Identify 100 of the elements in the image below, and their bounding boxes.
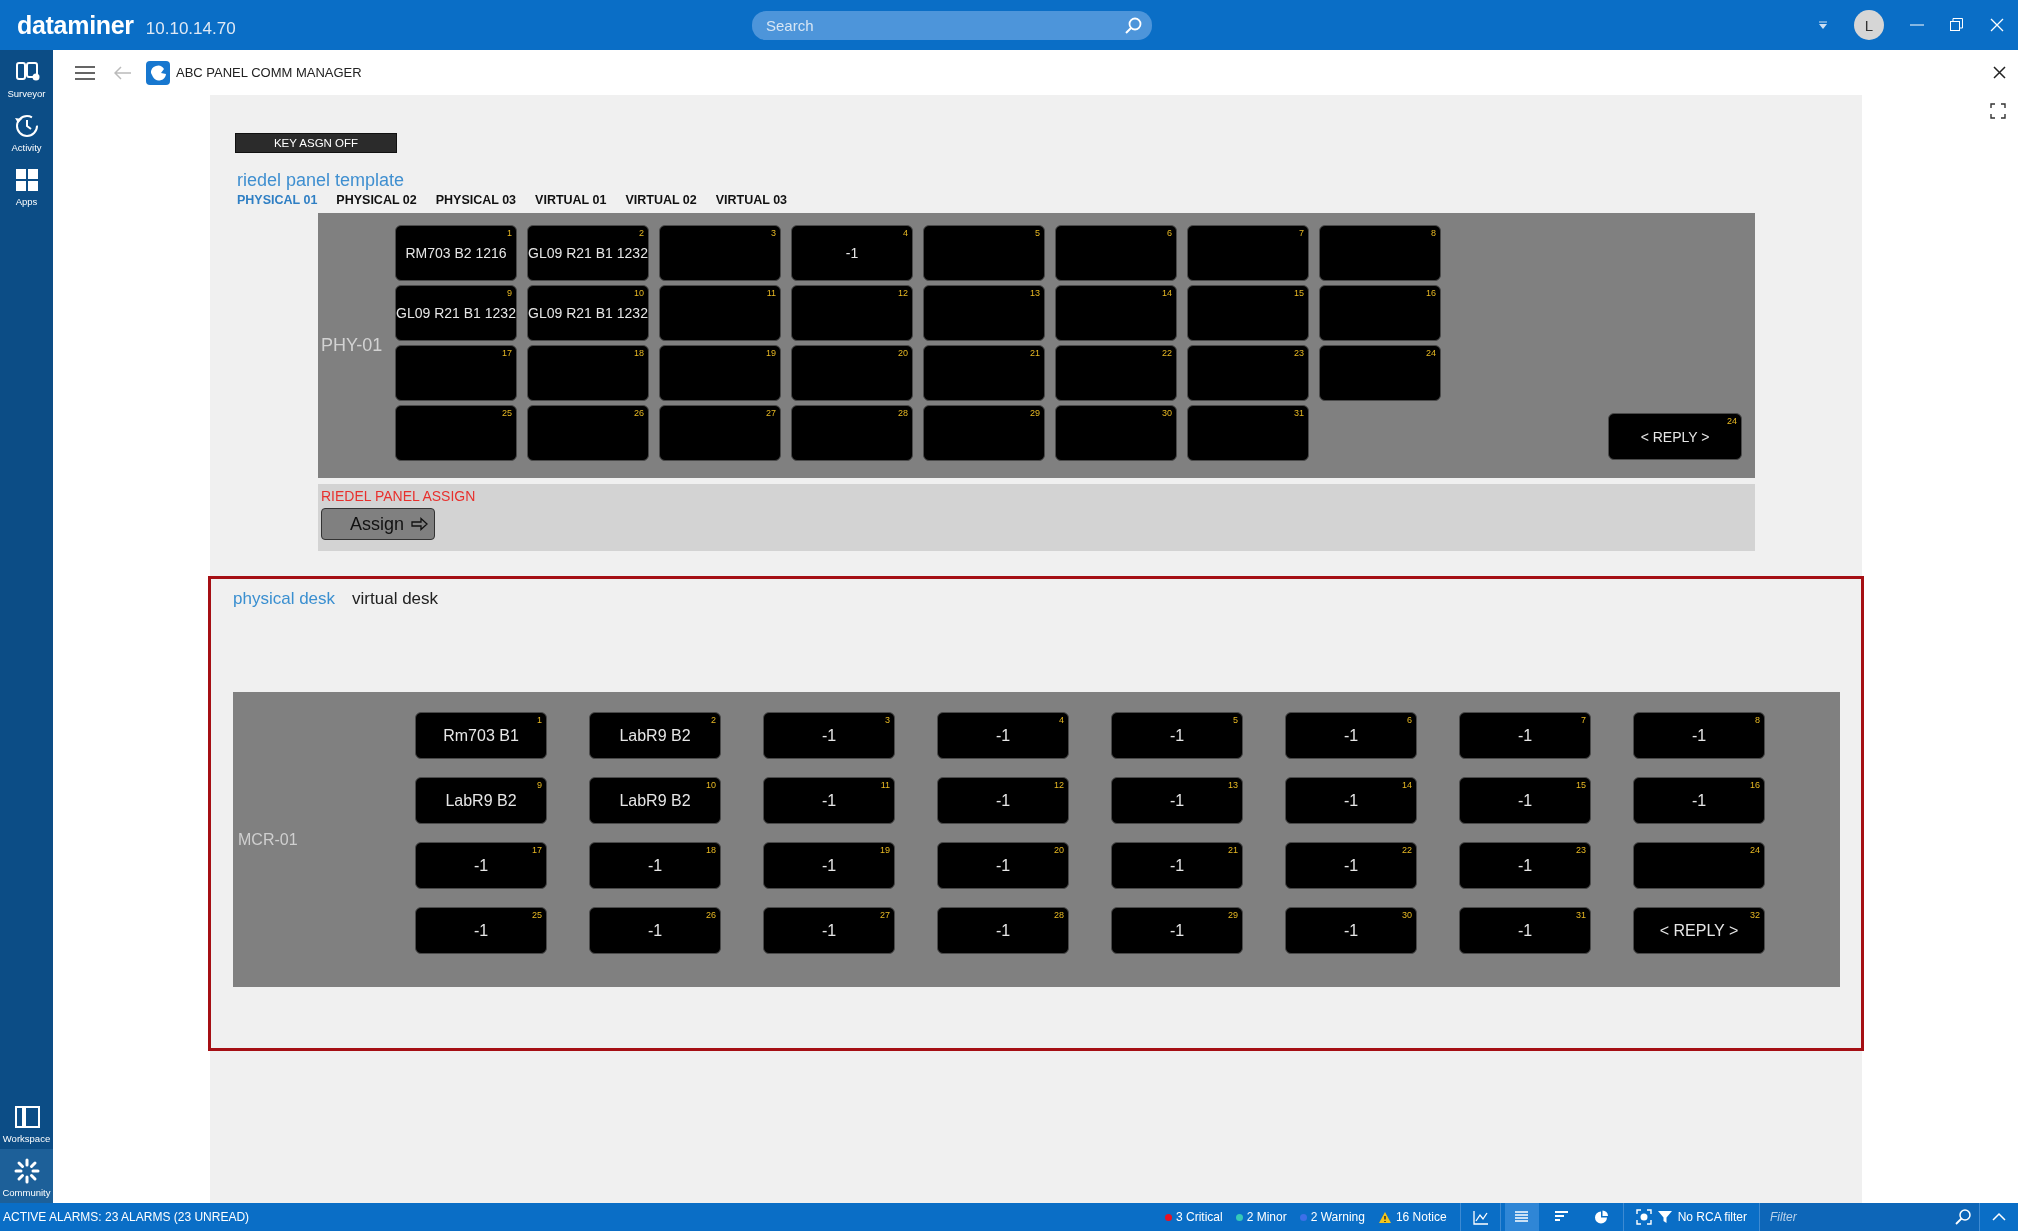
apps-icon[interactable] — [13, 167, 40, 193]
starburst-icon[interactable] — [13, 1158, 40, 1184]
focus-icon[interactable] — [1635, 1209, 1652, 1225]
panel-key[interactable]: -1 15 — [1459, 777, 1591, 824]
panel-key[interactable]: -1 21 — [1111, 842, 1243, 889]
key-assign-button[interactable]: KEY ASGN OFF — [235, 133, 397, 153]
user-avatar[interactable]: L — [1854, 10, 1884, 40]
workspace-icon[interactable] — [13, 1104, 40, 1130]
panel-key[interactable]: -1 4 — [937, 712, 1069, 759]
close-icon[interactable] — [1993, 66, 2006, 79]
panel-tab[interactable]: PHYSICAL 02 — [336, 193, 417, 207]
alarm-count[interactable]: 2 Minor — [1246, 1210, 1287, 1224]
sidebar-label[interactable]: Activity — [11, 142, 42, 153]
panel-key[interactable]: Rm703 B1 1 — [415, 712, 547, 759]
panel-key[interactable]: 24 — [1633, 842, 1765, 889]
panel-key[interactable]: -1 17 — [415, 842, 547, 889]
panel-key[interactable]: -1 19 — [763, 842, 895, 889]
panel-key[interactable]: -1 29 — [1111, 907, 1243, 954]
menu-icon[interactable] — [75, 65, 95, 80]
panel-tab[interactable]: VIRTUAL 02 — [625, 193, 697, 207]
panel-key[interactable]: -1 23 — [1459, 842, 1591, 889]
panel-key[interactable]: -1 16 — [1633, 777, 1765, 824]
panel-key[interactable]: 19 — [659, 345, 781, 401]
panel-key[interactable]: -1 22 — [1285, 842, 1417, 889]
panel-key[interactable]: -1 18 — [589, 842, 721, 889]
rca-filter[interactable]: No RCA filter — [1677, 1210, 1747, 1224]
panel-key[interactable]: 15 — [1187, 285, 1309, 341]
panel-key[interactable]: 21 — [923, 345, 1045, 401]
panel-key[interactable]: -1 4 — [791, 225, 913, 281]
panel-key[interactable]: -1 25 — [415, 907, 547, 954]
panel-key[interactable]: 28 — [791, 405, 913, 461]
panel-key[interactable]: 27 — [659, 405, 781, 461]
sidebar-label[interactable]: Workspace — [2, 1133, 51, 1144]
panel-key[interactable]: LabR9 B2 2 — [589, 712, 721, 759]
panel-key[interactable]: 20 — [791, 345, 913, 401]
alarm-count[interactable]: 3 Critical — [1176, 1210, 1223, 1224]
panel-key[interactable]: 25 — [395, 405, 517, 461]
panel-key[interactable]: GL09 R21 B1 1232 10 — [527, 285, 649, 341]
panel-key[interactable]: GL09 R21 B1 1232 2 — [527, 225, 649, 281]
panel-key[interactable]: LabR9 B2 9 — [415, 777, 547, 824]
panel-key[interactable]: -1 13 — [1111, 777, 1243, 824]
panel-key[interactable]: 24 — [1319, 345, 1441, 401]
fullscreen-icon[interactable] — [1990, 103, 2006, 119]
panel-key[interactable]: 12 — [791, 285, 913, 341]
caret-up-icon[interactable] — [1992, 1212, 2006, 1222]
panel-key[interactable]: -1 20 — [937, 842, 1069, 889]
panel-key[interactable]: 3 — [659, 225, 781, 281]
alarm-summary[interactable]: ACTIVE ALARMS: 23 ALARMS (23 UNREAD) — [0, 1210, 250, 1224]
panel-key[interactable]: < REPLY > 32 — [1633, 907, 1765, 954]
panel-key[interactable]: GL09 R21 B1 1232 9 — [395, 285, 517, 341]
clock-icon[interactable] — [13, 113, 40, 139]
panel-key[interactable]: 23 — [1187, 345, 1309, 401]
panel-tab[interactable]: PHYSICAL 03 — [435, 193, 517, 207]
panel-key[interactable]: 26 — [527, 405, 649, 461]
alarm-count[interactable]: 2 Warning — [1310, 1210, 1365, 1224]
caret-icon[interactable] — [1818, 20, 1828, 30]
panel-key[interactable]: -1 12 — [937, 777, 1069, 824]
panel-key[interactable]: -1 6 — [1285, 712, 1417, 759]
view-toggle[interactable] — [1504, 1203, 1539, 1231]
panel-key[interactable]: -1 14 — [1285, 777, 1417, 824]
panel-key[interactable]: -1 5 — [1111, 712, 1243, 759]
panel-key[interactable]: 11 — [659, 285, 781, 341]
panel-tab[interactable]: VIRTUAL 03 — [715, 193, 788, 207]
panel-key[interactable]: -1 31 — [1459, 907, 1591, 954]
panel-key[interactable]: LabR9 B2 10 — [589, 777, 721, 824]
panel-key[interactable]: -1 26 — [589, 907, 721, 954]
panel-key[interactable]: RM703 B2 1216 1 — [395, 225, 517, 281]
alarm-count[interactable]: 16 Notice — [1395, 1210, 1447, 1224]
panel-key[interactable]: 7 — [1187, 225, 1309, 281]
panel-key[interactable]: 16 — [1319, 285, 1441, 341]
assign-button[interactable]: Assign — [321, 508, 436, 540]
sidebar-label[interactable]: Surveyor — [7, 88, 46, 99]
desk-tab[interactable]: virtual desk — [352, 589, 439, 609]
panel-key[interactable]: < REPLY > 24 — [1608, 413, 1742, 460]
panel-key[interactable]: 18 — [527, 345, 649, 401]
panel-key[interactable]: 5 — [923, 225, 1045, 281]
panel-key[interactable]: -1 3 — [763, 712, 895, 759]
sidebar-label[interactable]: Apps — [15, 196, 38, 207]
filter-field[interactable]: Filter — [1760, 1203, 1979, 1231]
panel-key[interactable]: 6 — [1055, 225, 1177, 281]
panel-key[interactable]: 8 — [1319, 225, 1441, 281]
line-chart-icon[interactable] — [1472, 1209, 1488, 1225]
panel-key[interactable]: 30 — [1055, 405, 1177, 461]
panel-key[interactable]: -1 27 — [763, 907, 895, 954]
panel-key[interactable]: -1 28 — [937, 907, 1069, 954]
search-field[interactable]: Search — [752, 10, 1152, 40]
panel-key[interactable]: -1 30 — [1285, 907, 1417, 954]
panel-tab[interactable]: VIRTUAL 01 — [535, 193, 607, 207]
panel-key[interactable]: -1 11 — [763, 777, 895, 824]
panel-key[interactable]: -1 8 — [1633, 712, 1765, 759]
sidebar-label[interactable]: Community — [2, 1187, 51, 1198]
panel-key[interactable]: -1 7 — [1459, 712, 1591, 759]
panel-key[interactable]: 29 — [923, 405, 1045, 461]
panel-key[interactable]: 13 — [923, 285, 1045, 341]
panel-key[interactable]: 31 — [1187, 405, 1309, 461]
restore-icon[interactable] — [1950, 18, 1964, 32]
panel-key[interactable]: 17 — [395, 345, 517, 401]
panel-key[interactable]: 22 — [1055, 345, 1177, 401]
panel-tab[interactable]: PHYSICAL 01 — [237, 193, 318, 207]
panel-key[interactable]: 14 — [1055, 285, 1177, 341]
